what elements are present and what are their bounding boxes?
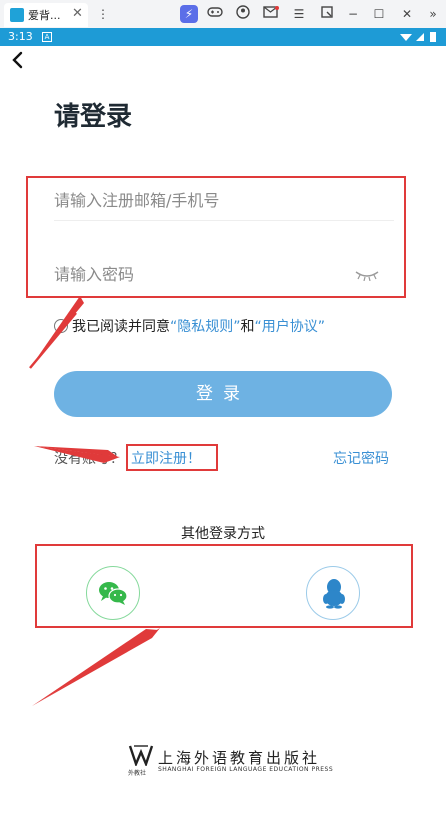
status-time: 3:13 (8, 30, 33, 43)
gamepad-icon[interactable] (206, 5, 224, 23)
menu-icon[interactable]: ☰ (290, 5, 308, 23)
wifi-battery-icon (400, 32, 436, 42)
annotation-arrow (32, 629, 158, 706)
notification-icon: A (42, 32, 52, 42)
emulator-title-bar: 爱背... ✕ ⋮ ⚡ ☰ − ☐ ✕ » (0, 0, 446, 28)
annotation-box-register (126, 444, 218, 471)
annotation-arrow (32, 628, 160, 706)
publisher-name-en: SHANGHAI FOREIGN LANGUAGE EDUCATION PRES… (158, 766, 334, 773)
no-account-text: 没有账号？ (54, 451, 124, 467)
tab-title: 爱背... (28, 9, 61, 22)
login-button[interactable]: 登录 (54, 371, 392, 417)
minimize-icon[interactable]: − (344, 5, 362, 23)
publisher-name-cn: 上海外语教育出版社 (158, 749, 321, 767)
account-icon[interactable] (234, 5, 252, 23)
app-icon (10, 8, 24, 22)
annotation-box-social (35, 544, 413, 628)
forgot-password-link[interactable]: 忘记密码 (333, 448, 389, 468)
privacy-link[interactable]: “隐私规则” (170, 319, 241, 335)
maximize-icon[interactable]: ☐ (370, 5, 388, 23)
app-tab[interactable]: 爱背... ✕ (4, 3, 88, 27)
page-title: 请登录 (54, 102, 133, 132)
lightning-icon[interactable]: ⚡ (180, 5, 198, 23)
agreement-row: 我已阅读并同意“隐私规则”和“用户协议” (54, 316, 325, 336)
back-icon[interactable] (8, 50, 28, 70)
publisher-short: 外教社 (128, 770, 147, 777)
terms-link[interactable]: “用户协议” (255, 319, 326, 335)
tab-close-icon[interactable]: ✕ (72, 6, 83, 21)
agree-radio[interactable] (54, 319, 68, 333)
other-login-title: 其他登录方式 (181, 526, 265, 542)
close-window-icon[interactable]: ✕ (398, 5, 416, 23)
expand-icon[interactable]: » (424, 5, 442, 23)
agree-prefix: 我已阅读并同意 (72, 319, 170, 335)
status-bar: 3:13 A (0, 28, 446, 46)
agree-and: 和 (240, 319, 255, 335)
tab-more-icon[interactable]: ⋮ (94, 5, 112, 23)
publisher-logo: 上海外语教育出版社 外教社 SHANGHAI FOREIGN LANGUAGE … (128, 744, 333, 778)
publisher-emblem-icon (128, 745, 154, 766)
window-icon[interactable] (318, 5, 336, 23)
annotation-box-inputs (26, 176, 406, 298)
mail-icon[interactable] (262, 5, 280, 23)
